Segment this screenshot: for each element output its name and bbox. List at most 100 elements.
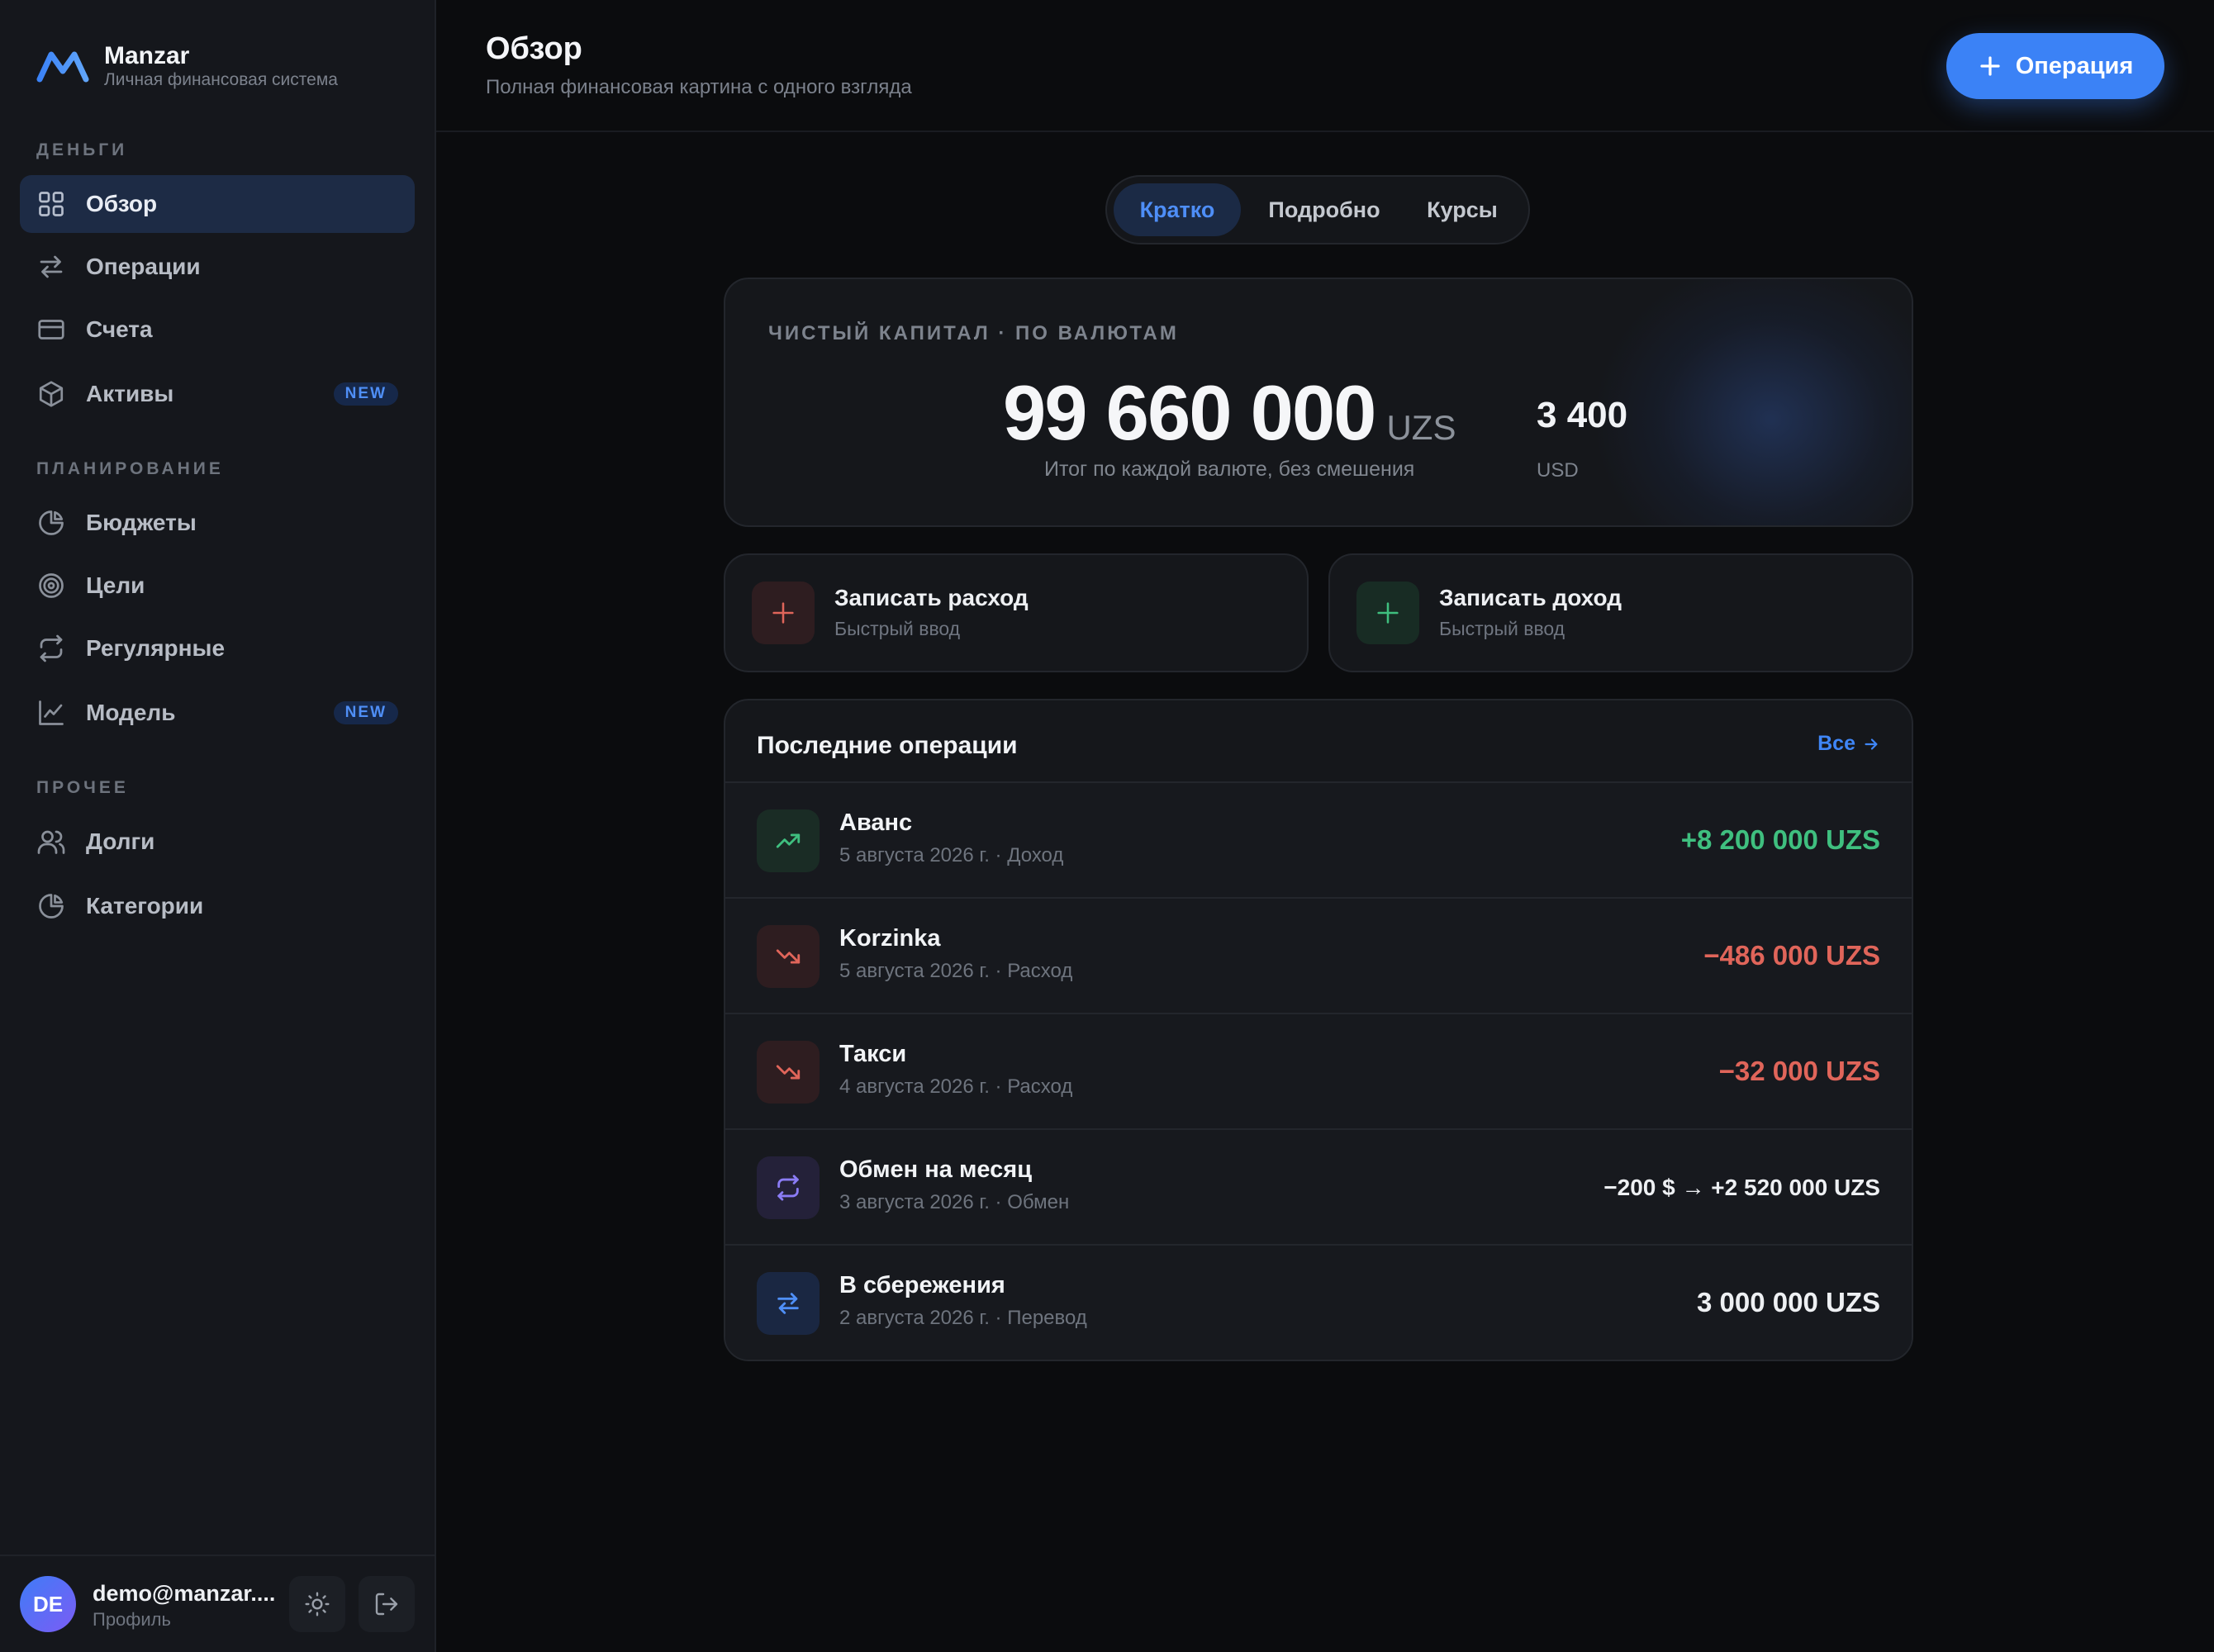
sidebar-item-label: Обзор [86,191,158,216]
pie-chart-icon [39,894,64,919]
sidebar-item-label: Цели [86,572,145,598]
avatar[interactable]: DE [20,1576,76,1632]
line-chart-icon [39,700,64,725]
operation-meta: 4 августа 2026 г. · Расход [839,1075,1073,1098]
cube-icon [39,381,64,407]
operation-meta: 2 августа 2026 г. · Перевод [839,1307,1087,1329]
record-expense-subtitle: Быстрый ввод [834,618,961,639]
operation-meta: 5 августа 2026 г. · Расход [839,960,1073,982]
tab-detailed[interactable]: Подробно [1249,183,1399,236]
net-worth-primary: 99 660 000 UZS [1003,368,1456,458]
trend-down-icon [757,1041,820,1104]
add-operation-button[interactable]: Операция [1946,33,2164,99]
sidebar-item-goals[interactable]: Цели [20,557,415,615]
brand-subtitle: Личная финансовая система [104,70,338,89]
operation-name: Аванс [839,809,913,836]
sidebar-item-overview[interactable]: Обзор [20,175,415,233]
page-title: Обзор [486,31,582,66]
view-tabs: Кратко Подробно Курсы [1105,175,1530,244]
see-all-link[interactable]: Все [1817,732,1880,756]
sun-icon [305,1592,330,1616]
repeat-icon [40,634,63,662]
users-icon [37,830,65,854]
theme-toggle-button[interactable] [289,1576,345,1632]
operation-amount: 3 000 000 UZS [1697,1287,1880,1317]
plus-icon [1980,56,2000,76]
nav-section-money: ДЕНЬГИ [36,140,128,159]
operation-amount: −200 $ → +2 520 000 UZS [1603,1175,1880,1200]
new-badge: NEW [333,701,398,724]
sidebar-item-categories[interactable]: Категории [20,877,415,935]
expense-plus-icon [752,582,815,644]
operation-meta: 3 августа 2026 г. · Обмен [839,1191,1070,1213]
card-glow [1598,279,1912,525]
operation-name: Обмен на месяц [839,1156,1033,1183]
pie-chart-icon [39,510,64,535]
user-email[interactable]: demo@manzar.... [93,1581,281,1607]
tab-rates[interactable]: Курсы [1404,183,1520,236]
nav-section-other: ПРОЧЕЕ [36,778,129,797]
recent-operations-title: Последние операции [757,732,1018,759]
trend-up-icon [757,809,820,872]
profile-link[interactable]: Профиль [93,1609,171,1631]
brand[interactable]: Manzar Личная финансовая система [36,41,338,91]
nav-section-planning: ПЛАНИРОВАНИЕ [36,459,224,478]
sidebar-item-label: Бюджеты [86,510,197,535]
operation-row[interactable]: Korzinka 5 августа 2026 г. · Расход −486… [725,897,1912,1014]
sidebar: Manzar Личная финансовая система ДЕНЬГИ … [0,0,436,1652]
net-worth-label: ЧИСТЫЙ КАПИТАЛ · ПО ВАЛЮТАМ [768,322,1179,344]
trend-down-icon [757,925,820,988]
operation-amount: −32 000 UZS [1718,1056,1880,1086]
sidebar-footer: DE demo@manzar.... Профиль [0,1555,435,1652]
see-all-label: Все [1817,732,1855,755]
target-icon [39,573,64,598]
record-income-title: Записать доход [1439,585,1622,610]
sidebar-item-label: Активы [86,381,174,406]
tab-brief[interactable]: Кратко [1114,183,1241,236]
operation-row[interactable]: Обмен на месяц 3 августа 2026 г. · Обмен… [725,1128,1912,1246]
operation-meta: 5 августа 2026 г. · Доход [839,844,1064,866]
logout-icon [375,1593,398,1616]
net-worth-secondary-currency: USD [1537,459,1579,482]
sidebar-item-recurring[interactable]: Регулярные [20,620,415,677]
sidebar-item-model[interactable]: Модель NEW [20,684,415,742]
record-income-button[interactable]: Записать доход Быстрый ввод [1328,553,1913,672]
record-expense-title: Записать расход [834,585,1029,610]
brand-name: Manzar [104,42,190,69]
sidebar-item-accounts[interactable]: Счета [20,301,415,358]
logout-button[interactable] [359,1576,415,1632]
arrow-right-icon [1865,738,1878,750]
new-badge: NEW [333,382,398,406]
operation-row[interactable]: В сбережения 2 августа 2026 г. · Перевод… [725,1244,1912,1360]
sidebar-item-operations[interactable]: Операции [20,238,415,296]
sidebar-item-label: Регулярные [86,635,226,661]
sidebar-item-label: Категории [86,893,204,919]
net-worth-secondary-value: 3 400 [1537,395,1628,435]
sidebar-item-label: Операции [86,254,201,279]
operation-amount: −486 000 UZS [1703,940,1880,971]
sidebar-item-debts[interactable]: Долги [20,813,415,871]
sidebar-item-label: Счета [86,316,153,342]
operation-name: В сбережения [839,1272,1005,1298]
operation-name: Такси [839,1041,907,1067]
operation-row[interactable]: Такси 4 августа 2026 г. · Расход −32 000… [725,1013,1912,1130]
record-expense-button[interactable]: Записать расход Быстрый ввод [724,553,1309,672]
sidebar-item-label: Долги [86,828,155,854]
repeat-icon [757,1156,820,1219]
arrows-swap-icon [40,255,63,278]
net-worth-note: Итог по каждой валюте, без смешения [1044,458,1415,481]
arrows-swap-icon [757,1272,820,1335]
sidebar-item-label: Модель [86,700,176,725]
sidebar-item-budgets[interactable]: Бюджеты [20,494,415,552]
add-operation-label: Операция [2015,52,2134,79]
net-worth-card: ЧИСТЫЙ КАПИТАЛ · ПО ВАЛЮТАМ 99 660 000 U… [724,278,1913,527]
sidebar-item-assets[interactable]: Активы NEW [20,365,415,423]
operation-row[interactable]: Аванс 5 августа 2026 г. · Доход +8 200 0… [725,781,1912,899]
recent-operations-card: Последние операции Все Аванс 5 августа 2… [724,699,1913,1361]
net-worth-primary-currency: UZS [1386,408,1456,447]
card-icon [38,320,64,339]
page-subtitle: Полная финансовая картина с одного взгля… [486,76,912,98]
operation-name: Korzinka [839,925,941,952]
income-plus-icon [1356,582,1419,644]
manzar-logo-icon [36,51,89,83]
